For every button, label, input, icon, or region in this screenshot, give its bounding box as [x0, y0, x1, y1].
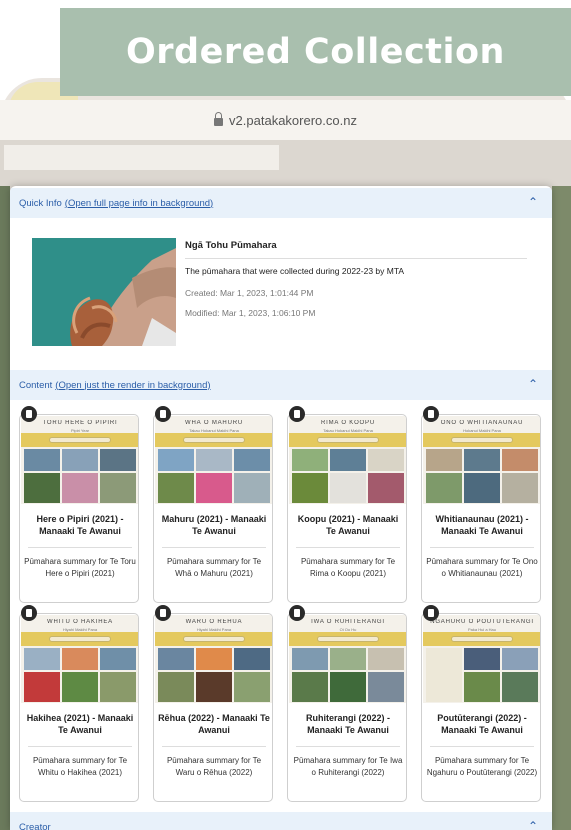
collection-card[interactable]: Whitu o Hakihea Hiyahi Makihi Pana Hakih…	[19, 613, 139, 802]
thumb-images	[158, 449, 270, 503]
content-label: Content	[19, 379, 53, 391]
document-icon	[423, 605, 439, 621]
thumb-title: Ono o Whitianaunau	[440, 420, 524, 426]
thumb-title: Whā o Mahuru	[185, 420, 243, 426]
card-description: Pūmahara summary for Te Iwa o Ruhiterang…	[293, 756, 403, 777]
card-title[interactable]: Koopu (2021) - Manaaki Te Awanui	[292, 513, 404, 537]
quick-info-label: Quick Info	[19, 197, 62, 209]
thumb-title: Ngahuru o Poutūterangi	[430, 619, 534, 625]
card-description: Pūmahara summary for Te Whitu o Hakihea …	[32, 756, 128, 777]
thumb-images	[24, 648, 136, 702]
thumb-title: Iwa o Ruhiterangi	[311, 619, 385, 625]
divider	[28, 547, 132, 548]
card-title[interactable]: Whitianaunau (2021) - Manaaki Te Awanui	[426, 513, 538, 537]
card-title[interactable]: Here o Pipiri (2021) - Manaaki Te Awanui	[24, 513, 136, 537]
background-strip-left	[0, 186, 10, 830]
collection-card[interactable]: Toru Here o Pipiri Pipiri Year Here o Pi…	[19, 414, 139, 603]
divider	[28, 746, 132, 747]
created-timestamp: Created: Mar 1, 2023, 1:01:44 PM	[185, 288, 314, 298]
thumb-images	[158, 648, 270, 702]
document-icon	[289, 406, 305, 422]
collection-card[interactable]: Waru o Rēhua Hiyahi Makihi Pana Rēhua (2…	[153, 613, 273, 802]
card-thumbnail[interactable]: Waru o Rēhua Hiyahi Makihi Pana	[155, 615, 272, 703]
creator-label: Creator	[19, 821, 51, 830]
thumb-title: Whitu o Hakihea	[46, 619, 113, 625]
lock-icon	[214, 112, 224, 126]
thumb-slider	[49, 437, 111, 443]
divider	[430, 746, 534, 747]
card-description: Pūmahara summary for Te Toru Here o Pipi…	[24, 557, 136, 578]
collection-image	[32, 238, 176, 346]
thumb-images	[426, 648, 538, 702]
document-icon	[21, 406, 37, 422]
open-full-page-info-link[interactable]: (Open full page info in background)	[65, 198, 213, 209]
card-thumbnail[interactable]: Ono o Whitianaunau Hokanui Makihi Pana	[423, 416, 540, 504]
thumb-slider	[451, 636, 513, 642]
thumb-slider	[451, 437, 513, 443]
creator-header[interactable]: Creator ⌃	[10, 812, 552, 830]
thumb-slider	[317, 636, 379, 642]
thumb-slider	[183, 437, 245, 443]
divider	[162, 547, 266, 548]
thumb-slider	[183, 636, 245, 642]
card-description: Pūmahara summary for Te Whā o Mahuru (20…	[166, 557, 262, 578]
collection-card[interactable]: Iwa o Ruhiterangi Oi Oo Hu Ruhiterangi (…	[287, 613, 407, 802]
card-title[interactable]: Poutūterangi (2022) - Manaaki Te Awanui	[426, 712, 538, 736]
document-icon	[21, 605, 37, 621]
collection-card[interactable]: Ono o Whitianaunau Hokanui Makihi Pana W…	[421, 414, 541, 603]
chevron-up-icon[interactable]: ⌃	[528, 378, 540, 390]
card-description: Pūmahara summary for Te Ngahuru o Poutūt…	[426, 756, 538, 777]
collection-title: Ngā Tohu Pūmahara	[185, 240, 277, 251]
card-title[interactable]: Rēhua (2022) - Manaaki Te Awanui	[158, 712, 270, 736]
thumb-images	[426, 449, 538, 503]
card-thumbnail[interactable]: Rima o Koopu Takau Hokanui Makihi Pana	[289, 416, 406, 504]
card-thumbnail[interactable]: Toru Here o Pipiri Pipiri Year	[21, 416, 138, 504]
card-title[interactable]: Ruhiterangi (2022) - Manaaki Te Awanui	[292, 712, 404, 736]
collection-card[interactable]: Whā o Mahuru Takau Hokanui Makihi Pana M…	[153, 414, 273, 603]
divider	[296, 746, 400, 747]
card-title[interactable]: Hakihea (2021) - Manaaki Te Awanui	[24, 712, 136, 736]
card-thumbnail[interactable]: Whitu o Hakihea Hiyahi Makihi Pana	[21, 615, 138, 703]
thumb-title: Toru Here o Pipiri	[42, 420, 118, 426]
page-toolbar	[4, 145, 279, 170]
open-render-link[interactable]: (Open just the render in background)	[55, 380, 210, 391]
document-icon	[289, 605, 305, 621]
card-description: Pūmahara summary for Te Rima o Koopu (20…	[300, 557, 396, 578]
address-bar[interactable]: v2.patakakorero.co.nz	[0, 100, 571, 140]
thumb-slider	[317, 437, 379, 443]
chevron-up-icon[interactable]: ⌃	[528, 820, 540, 830]
info-panel: Quick Info (Open full page info in backg…	[10, 186, 552, 830]
document-icon	[155, 605, 171, 621]
collection-card[interactable]: Ngahuru o Poutūterangi Paka Hui a Hau Po…	[421, 613, 541, 802]
card-thumbnail[interactable]: Ngahuru o Poutūterangi Paka Hui a Hau	[423, 615, 540, 703]
thumb-slider	[49, 636, 111, 642]
document-icon	[423, 406, 439, 422]
collection-description: The pūmahara that were collected during …	[185, 266, 405, 276]
card-title[interactable]: Mahuru (2021) - Manaaki Te Awanui	[158, 513, 270, 537]
quick-info-header[interactable]: Quick Info (Open full page info in backg…	[10, 188, 552, 218]
card-description: Pūmahara summary for Te Ono o Whitianaun…	[426, 557, 538, 578]
collection-card[interactable]: Rima o Koopu Takau Hokanui Makihi Pana K…	[287, 414, 407, 603]
divider	[296, 547, 400, 548]
modified-timestamp: Modified: Mar 1, 2023, 1:06:10 PM	[185, 308, 316, 318]
card-thumbnail[interactable]: Whā o Mahuru Takau Hokanui Makihi Pana	[155, 416, 272, 504]
banner: Ordered Collection	[60, 8, 571, 96]
divider	[430, 547, 534, 548]
thumb-title: Rima o Koopu	[321, 420, 375, 426]
card-description: Pūmahara summary for Te Waru o Rēhua (20…	[166, 756, 262, 777]
url-text[interactable]: v2.patakakorero.co.nz	[229, 113, 357, 128]
document-icon	[155, 406, 171, 422]
divider	[162, 746, 266, 747]
card-thumbnail[interactable]: Iwa o Ruhiterangi Oi Oo Hu	[289, 615, 406, 703]
thumb-title: Waru o Rēhua	[185, 619, 243, 625]
background-strip-right	[552, 186, 571, 830]
divider	[185, 258, 527, 259]
content-header[interactable]: Content (Open just the render in backgro…	[10, 370, 552, 400]
chevron-up-icon[interactable]: ⌃	[528, 196, 540, 208]
banner-title: Ordered Collection	[126, 32, 505, 72]
thumb-images	[292, 648, 404, 702]
thumb-images	[292, 449, 404, 503]
thumb-images	[24, 449, 136, 503]
